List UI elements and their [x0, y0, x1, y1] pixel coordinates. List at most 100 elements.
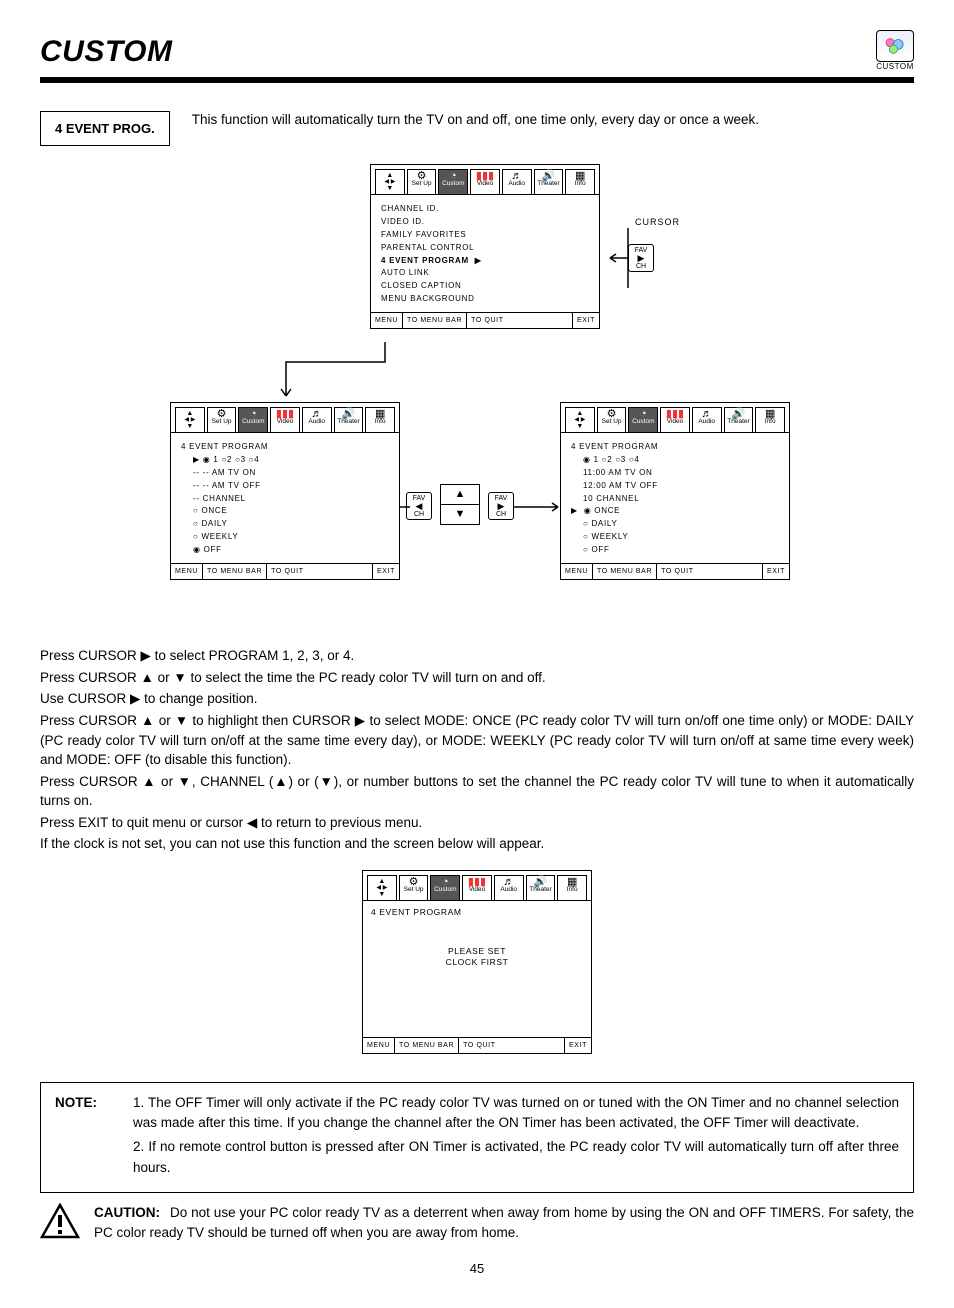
caution-text: Do not use your PC color ready TV as a d…: [94, 1205, 914, 1240]
instruction-line: Use CURSOR ▶ to change position.: [40, 689, 914, 709]
up-arrow-icon: ▲: [441, 485, 479, 505]
arrow-down-icon: [270, 342, 390, 404]
header-icon-wrap: CUSTOM: [876, 30, 914, 73]
footer-quit: TO QUIT: [459, 1038, 565, 1053]
clock-msg-2: CLOCK FIRST: [446, 957, 509, 967]
clock-msg-1: PLEASE SET: [448, 946, 506, 956]
cursor-label: CURSOR: [635, 216, 680, 228]
osd-footer: MENU TO MENU BAR TO QUIT EXIT: [171, 563, 399, 579]
page-number: 45: [40, 1260, 914, 1278]
menu-item-label: 4 EVENT PROGRAM: [381, 256, 469, 265]
menu-item: FAMILY FAVORITES: [381, 229, 589, 242]
fav-bot: CH: [629, 263, 653, 270]
panel-title: 4 EVENT PROGRAM: [571, 441, 779, 454]
osd-tabs: ▲◀ ▶▼ ⚙Set Up ◔Custom ▮▮▮Video ♬Audio 🔊T…: [371, 165, 599, 195]
instruction-line: Press CURSOR ▶ to select PROGRAM 1, 2, 3…: [40, 646, 914, 666]
menu-item-selected: 4 EVENT PROGRAM ▶: [381, 255, 589, 268]
osd-tabs: ▲◀ ▶▼ ⚙Set Up ◔Custom ▮▮▮Video ♬Audio 🔊T…: [561, 403, 789, 433]
osd-tabs: ▲◀ ▶▼ ⚙Set Up ◔Custom ▮▮▮Video ♬Audio 🔊T…: [363, 871, 591, 901]
menu-row: -- -- AM TV ON: [181, 467, 389, 480]
note-item-2: 2. If no remote control button is presse…: [133, 1137, 899, 1178]
note-label: NOTE:: [55, 1093, 109, 1182]
nav-arrows-icon: ▲◀ ▶▼: [175, 407, 205, 432]
osd-right-body: 4 EVENT PROGRAM ◉ 1 ○2 ○3 ○4 11:00 AM TV…: [561, 433, 789, 562]
osd-top-panel: ▲◀ ▶▼ ⚙Set Up ◔Custom ▮▮▮Video ♬Audio 🔊T…: [370, 164, 600, 329]
menu-row: 10 CHANNEL: [571, 493, 779, 506]
menu-row: ◉ OFF: [181, 544, 389, 557]
note-text: 1. The OFF Timer will only activate if t…: [133, 1093, 899, 1182]
tab-video: ▮▮▮Video: [470, 169, 500, 194]
footer-exit: EXIT: [565, 1038, 591, 1053]
footer-bar: TO MENU BAR: [203, 564, 267, 579]
tab-info: ▦Info: [365, 407, 395, 432]
menu-row-selected: ▶ ◉ ONCE: [571, 505, 779, 518]
menu-row: ○ OFF: [571, 544, 779, 557]
menu-row: 12:00 AM TV OFF: [571, 480, 779, 493]
menu-row: -- -- AM TV OFF: [181, 480, 389, 493]
menu-item: AUTO LINK: [381, 267, 589, 280]
tab-theater: 🔊Theater: [334, 407, 364, 432]
instructions: Press CURSOR ▶ to select PROGRAM 1, 2, 3…: [40, 646, 914, 854]
nav-arrows-icon: ▲◀ ▶▼: [565, 407, 595, 432]
osd-left-panel: ▲◀ ▶▼ ⚙Set Up ◔Custom ▮▮▮Video ♬Audio 🔊T…: [170, 402, 400, 580]
tab-theater: 🔊Theater: [526, 875, 556, 900]
note-item-1: 1. The OFF Timer will only activate if t…: [133, 1093, 899, 1134]
menu-item: CHANNEL ID.: [381, 203, 589, 216]
osd-footer: MENU TO MENU BAR TO QUIT EXIT: [363, 1037, 591, 1053]
caution-row: CAUTION:Do not use your PC color ready T…: [40, 1203, 914, 1242]
menu-row-label: ◉ ONCE: [584, 506, 621, 515]
caution-label: CAUTION:: [94, 1205, 160, 1220]
tab-video: ▮▮▮Video: [462, 875, 492, 900]
clock-message: PLEASE SET CLOCK FIRST: [371, 946, 583, 968]
clock-panel: ▲◀ ▶▼ ⚙Set Up ◔Custom ▮▮▮Video ♬Audio 🔊T…: [362, 870, 592, 1054]
prog-label: 1 ○2 ○3 ○4: [213, 455, 259, 464]
menu-item: PARENTAL CONTROL: [381, 242, 589, 255]
note-box: NOTE: 1. The OFF Timer will only activat…: [40, 1082, 914, 1193]
menu-row: 11:00 AM TV ON: [571, 467, 779, 480]
arrow-left-stub-icon: [400, 500, 410, 514]
tab-audio: ♬Audio: [692, 407, 722, 432]
page-header: CUSTOM CUSTOM: [40, 30, 914, 73]
tab-setup: ⚙Set Up: [407, 169, 437, 194]
tab-custom: ◔Custom: [628, 407, 658, 432]
tab-theater: 🔊Theater: [724, 407, 754, 432]
nav-arrows-icon: ▲◀ ▶▼: [375, 169, 405, 194]
custom-icon: [876, 30, 914, 62]
menu-item: CLOSED CAPTION: [381, 280, 589, 293]
footer-menu: MENU: [171, 564, 203, 579]
tab-setup: ⚙Set Up: [399, 875, 429, 900]
footer-menu: MENU: [561, 564, 593, 579]
instruction-line: Press CURSOR ▲ or ▼ to select the time t…: [40, 668, 914, 688]
lead-row: 4 EVENT PROG. This function will automat…: [40, 111, 914, 147]
down-arrow-icon: ▼: [441, 505, 479, 524]
footer-bar: TO MENU BAR: [395, 1038, 459, 1053]
fav-ch-right-button: FAV▶CH: [488, 492, 514, 520]
arrow-right-icon: [514, 500, 562, 514]
tab-info: ▦Info: [557, 875, 587, 900]
menu-row: ○ WEEKLY: [181, 531, 389, 544]
tab-audio: ♬Audio: [302, 407, 332, 432]
tab-custom: ◔Custom: [238, 407, 268, 432]
instruction-line: Press CURSOR ▲ or ▼ to highlight then CU…: [40, 711, 914, 770]
footer-menu: MENU: [363, 1038, 395, 1053]
footer-exit: EXIT: [763, 564, 789, 579]
tab-video: ▮▮▮Video: [270, 407, 300, 432]
menu-item: MENU BACKGROUND: [381, 293, 589, 306]
warning-icon: [40, 1203, 80, 1239]
updown-selector: ▲ ▼: [440, 484, 480, 525]
header-icon-label: CUSTOM: [876, 62, 914, 73]
tab-theater: 🔊Theater: [534, 169, 564, 194]
tab-audio: ♬Audio: [494, 875, 524, 900]
menu-row: ○ DAILY: [571, 518, 779, 531]
osd-diagram: ▲◀ ▶▼ ⚙Set Up ◔Custom ▮▮▮Video ♬Audio 🔊T…: [80, 164, 874, 634]
prog-select-row: ◉ 1 ○2 ○3 ○4: [571, 454, 779, 467]
footer-quit: TO QUIT: [267, 564, 373, 579]
header-rule: [40, 77, 914, 83]
section-label: 4 EVENT PROG.: [40, 111, 170, 147]
instruction-line: Press CURSOR ▲ or ▼, CHANNEL (▲) or (▼),…: [40, 772, 914, 811]
page-title: CUSTOM: [40, 32, 172, 73]
prog-select-row: ▶ ◉ 1 ○2 ○3 ○4: [181, 454, 389, 467]
osd-footer: MENU TO MENU BAR TO QUIT EXIT: [371, 312, 599, 328]
tab-setup: ⚙Set Up: [597, 407, 627, 432]
osd-tabs: ▲◀ ▶▼ ⚙Set Up ◔Custom ▮▮▮Video ♬Audio 🔊T…: [171, 403, 399, 433]
